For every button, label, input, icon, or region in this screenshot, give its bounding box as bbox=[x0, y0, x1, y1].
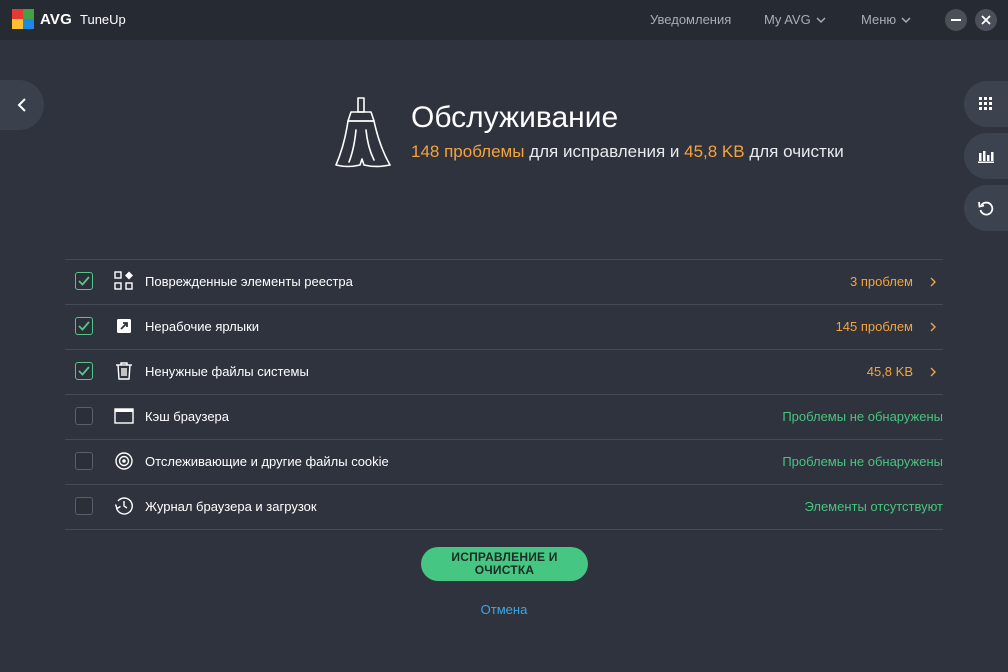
checkmark-icon bbox=[78, 321, 90, 331]
list-item-browser-cache[interactable]: Кэш браузера Проблемы не обнаружены bbox=[65, 395, 943, 440]
brand-name: AVG bbox=[40, 10, 72, 28]
notifications-menu[interactable]: Уведомления bbox=[650, 12, 731, 27]
history-icon bbox=[114, 497, 133, 515]
trash-icon bbox=[116, 362, 132, 380]
apps-button[interactable] bbox=[964, 81, 1008, 127]
list-item-label: Отслеживающие и другие файлы cookie bbox=[145, 454, 389, 469]
chevron-right-icon[interactable] bbox=[929, 366, 937, 378]
list-item-label: Кэш браузера bbox=[145, 409, 230, 424]
target-icon bbox=[115, 452, 133, 470]
list-item-browser-history[interactable]: Журнал браузера и загрузок Элементы отсу… bbox=[65, 485, 943, 530]
chevron-right-icon[interactable] bbox=[929, 276, 937, 288]
close-button[interactable] bbox=[975, 9, 997, 31]
main-menu[interactable]: Меню bbox=[861, 12, 911, 27]
list-item-label: Ненужные файлы системы bbox=[145, 364, 309, 379]
summary-end: для очистки bbox=[744, 142, 844, 161]
fix-and-clean-button[interactable]: ИСПРАВЛЕНИЕ И ОЧИСТКА bbox=[421, 547, 588, 581]
checkbox-browser-history[interactable] bbox=[75, 497, 93, 515]
list-item-label: Журнал браузера и загрузок bbox=[145, 499, 317, 514]
cleanup-size: 45,8 KB bbox=[684, 142, 745, 161]
notifications-label: Уведомления bbox=[650, 12, 732, 27]
list-item-shortcuts[interactable]: Нерабочие ярлыки 145 проблем bbox=[65, 305, 943, 350]
my-avg-menu[interactable]: My AVG bbox=[764, 12, 826, 27]
list-item-status: 45,8 KB bbox=[866, 364, 913, 379]
grid-icon bbox=[979, 97, 992, 110]
close-icon bbox=[981, 15, 991, 25]
summary-middle: для исправления и bbox=[524, 142, 685, 161]
product-name: TuneUp bbox=[80, 11, 126, 27]
maintenance-list: Поврежденные элементы реестра 3 проблем … bbox=[65, 259, 943, 530]
browser-window-icon bbox=[114, 408, 134, 424]
list-item-registry[interactable]: Поврежденные элементы реестра 3 проблем bbox=[65, 260, 943, 305]
undo-button[interactable] bbox=[964, 185, 1008, 231]
checkbox-registry[interactable] bbox=[75, 272, 93, 290]
title-bar: AVG TuneUp Уведомления My AVG Меню bbox=[0, 0, 1008, 40]
list-item-status: Проблемы не обнаружены bbox=[782, 409, 943, 424]
bar-chart-icon bbox=[978, 151, 994, 163]
checkmark-icon bbox=[78, 366, 90, 376]
list-item-status: Проблемы не обнаружены bbox=[782, 454, 943, 469]
checkbox-shortcuts[interactable] bbox=[75, 317, 93, 335]
chevron-down-icon bbox=[901, 16, 911, 23]
checkbox-system-files[interactable] bbox=[75, 362, 93, 380]
registry-icon bbox=[114, 271, 133, 290]
list-item-status: 145 проблем bbox=[835, 319, 913, 334]
list-item-status: Элементы отсутствуют bbox=[804, 499, 943, 514]
checkbox-browser-cache[interactable] bbox=[75, 407, 93, 425]
checkmark-icon bbox=[78, 276, 90, 286]
page-title: Обслуживание bbox=[411, 101, 619, 134]
list-item-label: Поврежденные элементы реестра bbox=[145, 274, 353, 289]
chevron-right-icon[interactable] bbox=[929, 321, 937, 333]
app-logo: AVG TuneUp bbox=[12, 9, 126, 29]
checkbox-cookies[interactable] bbox=[75, 452, 93, 470]
list-item-cookies[interactable]: Отслеживающие и другие файлы cookie Проб… bbox=[65, 440, 943, 485]
problems-count: 148 проблемы bbox=[411, 142, 525, 161]
list-item-status: 3 проблем bbox=[850, 274, 913, 289]
list-item-label: Нерабочие ярлыки bbox=[145, 319, 260, 334]
back-button[interactable] bbox=[0, 80, 44, 130]
main-menu-label: Меню bbox=[861, 12, 897, 27]
my-avg-label: My AVG bbox=[764, 12, 811, 27]
fix-button-text: ИСПРАВЛЕНИЕ И ОЧИСТКА bbox=[451, 550, 558, 577]
shortcut-icon bbox=[117, 319, 131, 333]
chevron-left-icon bbox=[17, 98, 26, 112]
undo-icon bbox=[978, 201, 994, 216]
list-item-system-files[interactable]: Ненужные файлы системы 45,8 KB bbox=[65, 350, 943, 395]
summary-text: 148 проблемы для исправления и 45,8 KB д… bbox=[411, 142, 844, 162]
avg-logo-icon bbox=[12, 9, 34, 29]
cancel-link[interactable]: Отмена bbox=[0, 602, 1008, 617]
statistics-button[interactable] bbox=[964, 133, 1008, 179]
minimize-button[interactable] bbox=[945, 9, 967, 31]
chevron-down-icon bbox=[816, 16, 826, 23]
broom-icon bbox=[335, 97, 391, 168]
minimize-icon bbox=[951, 19, 961, 21]
